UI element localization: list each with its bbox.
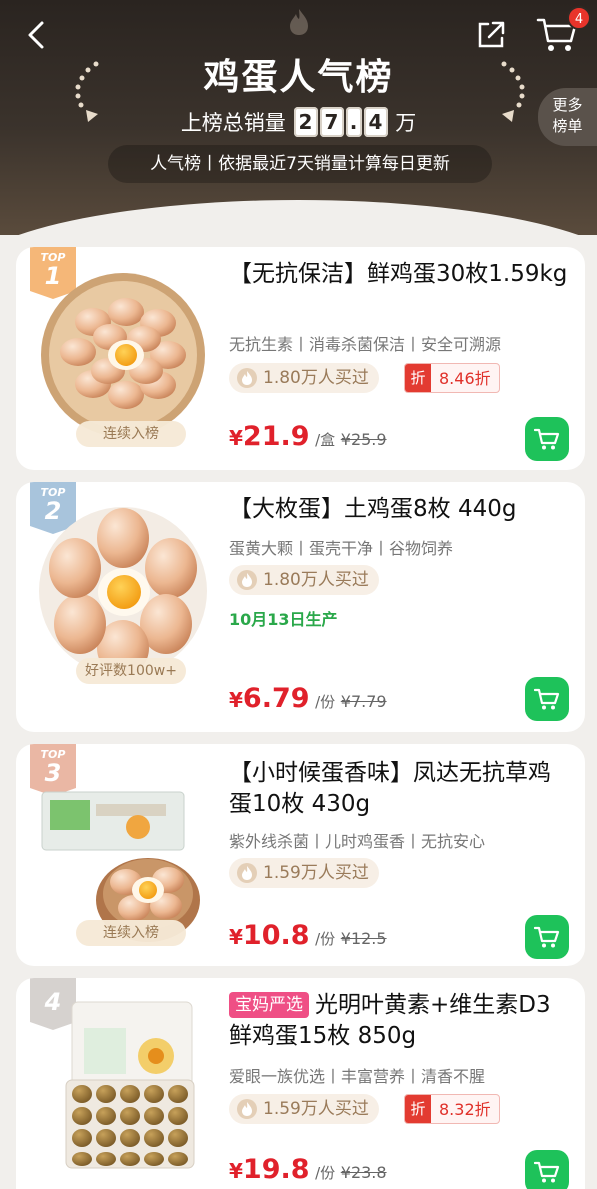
currency-symbol: ¥ (229, 688, 243, 712)
purchase-count: 1.80万人买过 (229, 565, 379, 595)
original-price: ¥7.79 (340, 692, 387, 711)
purchase-count: 1.59万人买过 (229, 858, 379, 888)
product-card[interactable]: TOP 1 连续入榜 【无抗保洁】鲜鸡蛋30枚1.59kg 无抗生素丨消毒杀菌保… (16, 247, 585, 470)
back-arrow-icon[interactable] (20, 18, 54, 52)
price-amount: 10.8 (242, 920, 310, 951)
product-name[interactable]: 【无抗保洁】鲜鸡蛋30枚1.59kg (229, 259, 569, 290)
discount-tag: 折 8.32折 (404, 1094, 500, 1124)
product-image[interactable] (38, 1000, 208, 1170)
image-tag: 连续入榜 (76, 920, 186, 946)
product-features: 爱眼一族优选丨丰富营养丨清香不腥 (229, 1067, 486, 1086)
flame-icon (237, 1099, 257, 1119)
sales-digit: 7 (319, 107, 344, 137)
more-rankings-label-1: 更多 (552, 96, 583, 114)
price-amount: 21.9 (242, 421, 310, 452)
production-date: 10月13日生产 (229, 610, 338, 629)
purchase-count-text: 1.59万人买过 (263, 863, 369, 883)
more-rankings-label-2: 榜单 (552, 117, 583, 135)
purchase-count-text: 1.80万人买过 (263, 368, 369, 388)
cart-icon (534, 926, 560, 948)
discount-value: 8.46折 (439, 369, 491, 388)
share-icon[interactable] (474, 18, 508, 52)
purchase-count-text: 1.59万人买过 (263, 1099, 369, 1119)
purchase-count: 1.80万人买过 (229, 363, 379, 393)
add-to-cart-button[interactable] (525, 1150, 569, 1189)
original-price: ¥25.9 (340, 430, 387, 449)
original-price: ¥23.8 (340, 1163, 387, 1182)
sales-label: 上榜总销量 (180, 111, 286, 135)
product-features: 紫外线杀菌丨儿时鸡蛋香丨无抗安心 (229, 832, 486, 851)
page-title: 鸡蛋人气榜 (203, 57, 394, 98)
cart-icon (534, 428, 560, 450)
price-amount: 6.79 (242, 683, 310, 714)
sales-digit: 2 (293, 107, 318, 137)
product-image[interactable] (38, 267, 208, 437)
product-features: 无抗生素丨消毒杀菌保洁丨安全可溯源 (229, 335, 502, 354)
product-image[interactable] (38, 506, 208, 676)
add-to-cart-button[interactable] (525, 677, 569, 721)
price-unit: /份 (315, 1164, 336, 1182)
price-unit: /份 (315, 930, 336, 948)
add-to-cart-button[interactable] (525, 915, 569, 959)
price-unit: /盒 (315, 431, 336, 449)
product-name[interactable]: 【小时候蛋香味】凤达无抗草鸡蛋10枚 430g (229, 758, 569, 820)
price: ¥10.8 /份 ¥12.5 (229, 920, 387, 951)
purchase-count-text: 1.80万人买过 (263, 570, 369, 590)
total-sales: 上榜总销量 27.4 万 (0, 107, 597, 137)
price-amount: 19.8 (242, 1154, 310, 1185)
add-to-cart-button[interactable] (525, 417, 569, 461)
product-card[interactable]: TOP 3 连续入榜 【小时候蛋香味】凤达无抗草鸡蛋10枚 430g 紫外线杀菌… (16, 744, 585, 966)
price: ¥6.79 /份 ¥7.79 (229, 683, 387, 714)
ranking-description: 人气榜丨依据最近7天销量计算每日更新 (108, 145, 492, 183)
cart-icon (534, 1161, 560, 1183)
purchase-count: 1.59万人买过 (229, 1094, 379, 1124)
sales-digit: . (345, 107, 362, 137)
sales-digit: 4 (363, 107, 388, 137)
discount-value: 8.32折 (439, 1100, 491, 1119)
discount-mark: 折 (405, 364, 431, 392)
currency-symbol: ¥ (229, 426, 243, 450)
product-name[interactable]: 【大枚蛋】土鸡蛋8枚 440g (229, 494, 569, 525)
price: ¥21.9 /盒 ¥25.9 (229, 421, 387, 452)
product-card[interactable]: 4 宝妈严选 光明叶黄素+维生素D3鲜鸡蛋15枚 850g 爱眼一族优选丨丰富营养… (16, 978, 585, 1189)
flame-icon (290, 9, 308, 35)
product-card[interactable]: TOP 2 好评数100w+ 【大枚蛋】土鸡蛋8枚 440g 蛋黄大颗丨蛋壳干净… (16, 482, 585, 732)
currency-symbol: ¥ (229, 1159, 243, 1183)
sales-unit: 万 (395, 111, 417, 135)
original-price: ¥12.5 (340, 929, 387, 948)
flame-icon (237, 368, 257, 388)
promo-badge: 宝妈严选 (229, 992, 309, 1018)
discount-mark: 折 (405, 1095, 431, 1123)
flame-icon (237, 570, 257, 590)
currency-symbol: ¥ (229, 925, 243, 949)
price-unit: /份 (315, 693, 336, 711)
more-rankings-button[interactable]: 更多 榜单 (538, 88, 597, 146)
image-tag: 连续入榜 (76, 421, 186, 447)
flame-icon (237, 863, 257, 883)
discount-tag: 折 8.46折 (404, 363, 500, 393)
price: ¥19.8 /份 ¥23.8 (229, 1154, 387, 1185)
header: 4 鸡蛋人气榜 上榜总销量 27.4 万 人气榜丨依据最近7天销量计算每日更新 … (0, 0, 597, 235)
product-name[interactable]: 宝妈严选 光明叶黄素+维生素D3鲜鸡蛋15枚 850g (229, 990, 569, 1052)
image-tag: 好评数100w+ (76, 658, 186, 684)
cart-icon (534, 688, 560, 710)
product-features: 蛋黄大颗丨蛋壳干净丨谷物饲养 (229, 539, 454, 558)
cart-count-badge: 4 (567, 6, 591, 30)
